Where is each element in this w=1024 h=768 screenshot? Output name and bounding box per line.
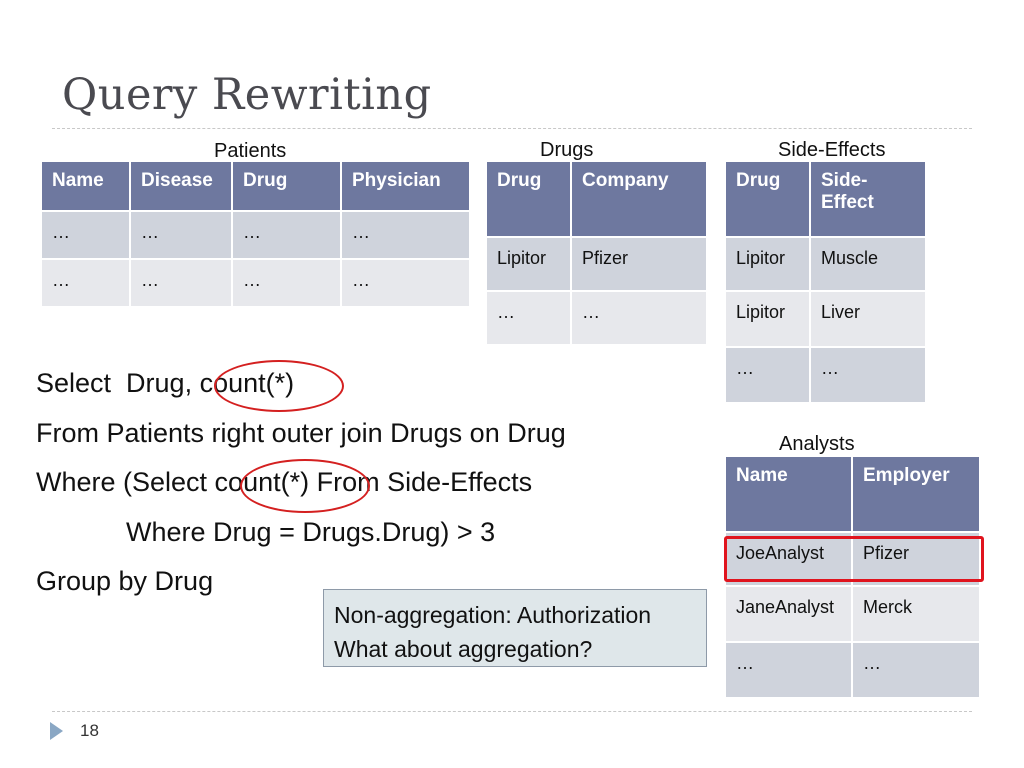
slide-title: Query Rewriting bbox=[62, 70, 432, 120]
table-row: JaneAnalyst Merck bbox=[726, 587, 979, 641]
table-cell: … bbox=[726, 643, 851, 697]
title-divider bbox=[52, 128, 972, 129]
table-cell: … bbox=[42, 260, 129, 306]
patients-header-row: Name Disease Drug Physician bbox=[42, 162, 469, 210]
table-row: … … … … bbox=[42, 212, 469, 258]
table-cell: … bbox=[853, 643, 979, 697]
highlight-box bbox=[724, 536, 984, 582]
query-line: From Patients right outer join Drugs on … bbox=[36, 418, 566, 448]
table-row: Lipitor Pfizer bbox=[487, 238, 706, 290]
table-cell: … bbox=[131, 260, 231, 306]
query-line: Group by Drug bbox=[36, 566, 214, 596]
table-row: … … bbox=[726, 348, 925, 402]
table-cell: … bbox=[233, 212, 340, 258]
circle-annotation bbox=[240, 459, 370, 513]
header-cell: Side-Effect bbox=[811, 162, 925, 236]
table-cell: … bbox=[487, 292, 570, 344]
table-cell: … bbox=[42, 212, 129, 258]
note-line: Non-aggregation: Authorization bbox=[334, 602, 652, 628]
drugs-header-row: Drug Company bbox=[487, 162, 706, 236]
header-cell: Disease bbox=[131, 162, 231, 210]
table-cell: JaneAnalyst bbox=[726, 587, 851, 641]
table-cell: Lipitor bbox=[726, 292, 809, 346]
query-line: Where Drug = Drugs.Drug) > 3 bbox=[36, 517, 496, 547]
note-box: Non-aggregation: Authorization What abou… bbox=[323, 589, 707, 667]
table-cell: … bbox=[811, 348, 925, 402]
analysts-caption: Analysts bbox=[779, 433, 855, 455]
header-cell: Employer bbox=[853, 457, 979, 531]
header-cell: Name bbox=[726, 457, 851, 531]
note-line: What about aggregation? bbox=[334, 636, 593, 662]
side-effects-table: Drug Side-Effect Lipitor Muscle Lipitor … bbox=[724, 160, 927, 404]
table-row: Lipitor Liver bbox=[726, 292, 925, 346]
table-cell: … bbox=[572, 292, 706, 344]
table-cell: … bbox=[726, 348, 809, 402]
header-cell: Physician bbox=[342, 162, 469, 210]
side-effects-caption: Side-Effects bbox=[778, 139, 886, 161]
table-row: … … bbox=[726, 643, 979, 697]
triangle-bullet-icon bbox=[50, 722, 63, 740]
header-cell: Drug bbox=[487, 162, 570, 236]
table-cell: … bbox=[233, 260, 340, 306]
footer-divider bbox=[52, 711, 972, 712]
table-row: Lipitor Muscle bbox=[726, 238, 925, 290]
header-cell: Drug bbox=[726, 162, 809, 236]
table-cell: … bbox=[342, 212, 469, 258]
header-cell: Company bbox=[572, 162, 706, 236]
side-effects-header-row: Drug Side-Effect bbox=[726, 162, 925, 236]
table-row: … … bbox=[487, 292, 706, 344]
table-cell: Lipitor bbox=[487, 238, 570, 290]
page-number: 18 bbox=[80, 721, 99, 740]
table-row: … … … … bbox=[42, 260, 469, 306]
table-cell: Merck bbox=[853, 587, 979, 641]
table-cell: Liver bbox=[811, 292, 925, 346]
table-cell: Muscle bbox=[811, 238, 925, 290]
header-cell: Drug bbox=[233, 162, 340, 210]
table-cell: Lipitor bbox=[726, 238, 809, 290]
patients-table: Name Disease Drug Physician … … … … … … … bbox=[40, 160, 471, 308]
header-cell: Name bbox=[42, 162, 129, 210]
table-cell: Pfizer bbox=[572, 238, 706, 290]
drugs-table: Drug Company Lipitor Pfizer … … bbox=[485, 160, 708, 346]
drugs-caption: Drugs bbox=[540, 139, 594, 161]
analysts-header-row: Name Employer bbox=[726, 457, 979, 531]
table-cell: … bbox=[131, 212, 231, 258]
circle-annotation bbox=[214, 360, 344, 412]
table-cell: … bbox=[342, 260, 469, 306]
